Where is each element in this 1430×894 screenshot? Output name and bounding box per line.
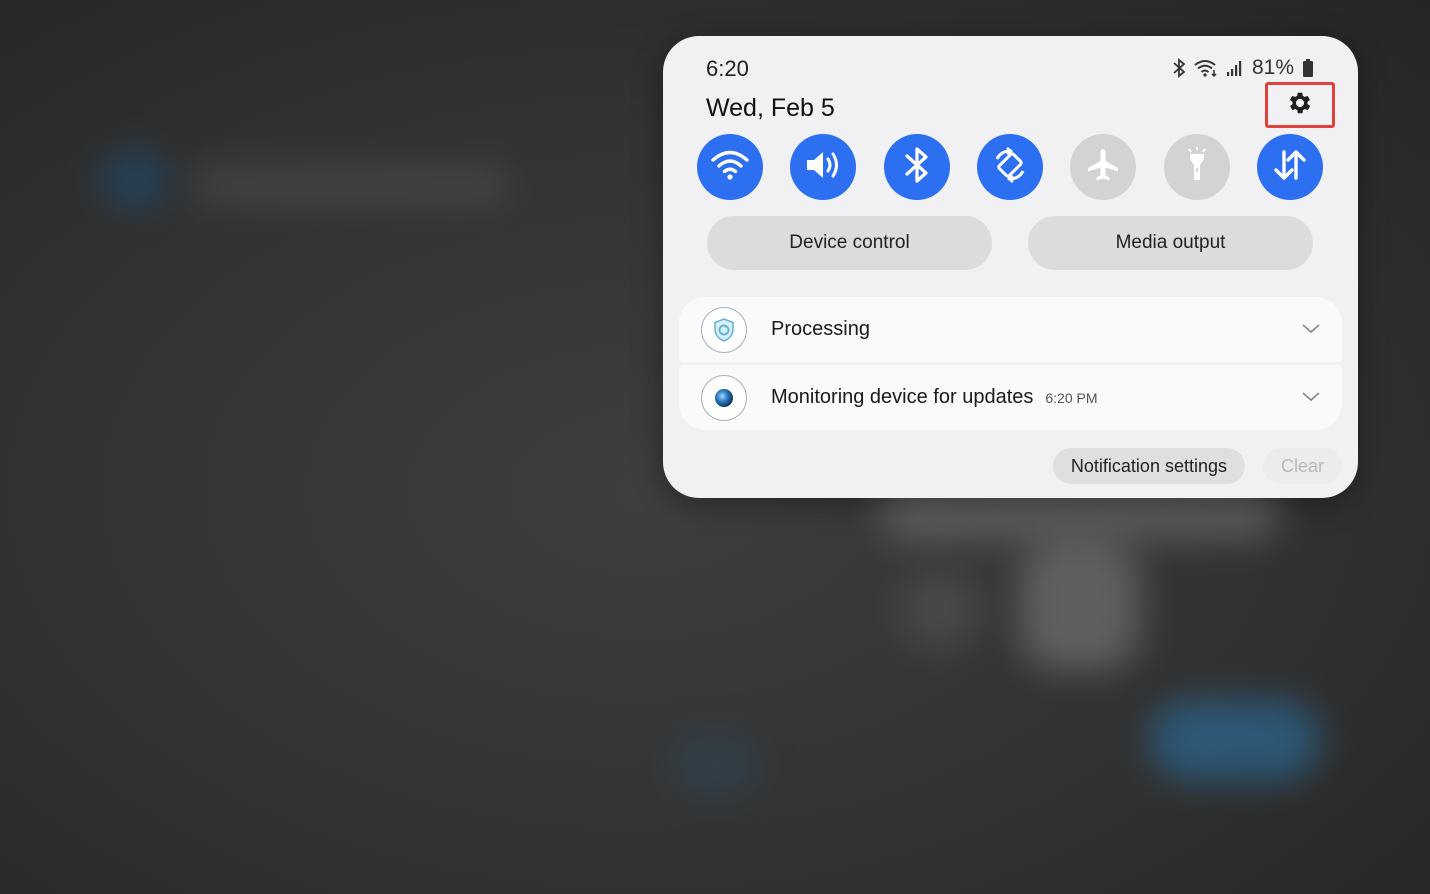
notification-item[interactable]: Processing (679, 297, 1342, 362)
device-control-button[interactable]: Device control (707, 216, 992, 270)
media-output-button[interactable]: Media output (1028, 216, 1313, 270)
gear-icon (1286, 89, 1314, 122)
speaker-icon (803, 148, 843, 187)
notification-actions: Notification settings Clear (1052, 448, 1342, 484)
flashlight-toggle[interactable] (1163, 134, 1230, 200)
bluetooth-toggle[interactable] (883, 134, 950, 200)
update-dot-icon (701, 374, 747, 421)
notification-title: Processing (771, 318, 870, 340)
quick-toggles (697, 134, 1323, 200)
settings-button[interactable] (1265, 82, 1335, 128)
notification-list: Processing Monitoring device for updates… (679, 297, 1342, 430)
bluetooth-icon (902, 146, 932, 189)
airplane-mode-toggle[interactable] (1070, 134, 1137, 200)
airplane-icon (1085, 147, 1121, 188)
bluetooth-icon (1172, 58, 1186, 78)
shield-icon (701, 306, 747, 353)
status-date: Wed, Feb 5 (706, 94, 835, 122)
notification-settings-button[interactable]: Notification settings (1052, 448, 1245, 484)
battery-icon (1302, 58, 1314, 78)
quick-pills: Device control Media output (707, 216, 1313, 270)
data-arrows-icon (1271, 146, 1309, 189)
status-icons: 81% (1172, 56, 1314, 80)
auto-rotate-toggle[interactable] (976, 134, 1043, 200)
chevron-down-icon[interactable] (1302, 321, 1320, 339)
notification-title: Monitoring device for updates (771, 386, 1034, 408)
notification-item[interactable]: Monitoring device for updates 6:20 PM (679, 365, 1342, 430)
signal-icon (1226, 59, 1244, 77)
flashlight-icon (1182, 146, 1212, 189)
mobile-data-toggle[interactable] (1256, 134, 1323, 200)
wifi-status-icon (1194, 59, 1218, 77)
wifi-toggle[interactable] (697, 134, 763, 200)
chevron-down-icon[interactable] (1302, 389, 1320, 407)
rotate-icon (990, 145, 1030, 190)
notification-title-row: Monitoring device for updates 6:20 PM (771, 386, 1098, 409)
battery-percent: 81% (1251, 56, 1294, 79)
sound-toggle[interactable] (790, 134, 857, 200)
notification-time: 6:20 PM (1045, 390, 1098, 406)
wifi-icon (710, 148, 750, 187)
clear-button[interactable]: Clear (1262, 448, 1342, 484)
quick-panel: 6:20 Wed, Feb 5 81% Device control Media… (663, 36, 1358, 498)
status-time: 6:20 (706, 56, 749, 81)
